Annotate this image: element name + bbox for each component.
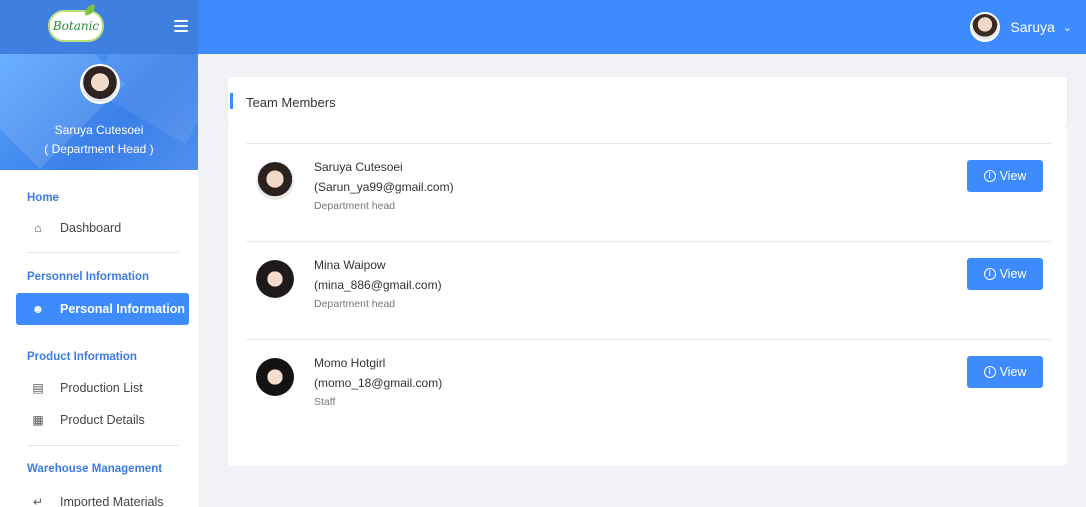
view-button[interactable]: i View [967, 160, 1043, 192]
sidebar-item-label: Personal Information [60, 302, 186, 316]
sidebar-item-product-details[interactable]: ▦ Product Details [16, 404, 189, 436]
avatar [256, 162, 294, 200]
divider [27, 252, 179, 253]
section-title-home: Home [27, 192, 59, 204]
sidebar-item-label: Product Details [60, 413, 145, 427]
member-role: Department head [314, 298, 396, 310]
grid-icon: ▦ [32, 413, 44, 427]
info-icon: i [983, 170, 996, 182]
sidebar-item-label: Production List [60, 381, 143, 395]
chevron-down-icon: ⌄ [1062, 21, 1072, 34]
section-title-warehouse: Warehouse Management [27, 463, 163, 475]
info-icon: i [983, 268, 996, 280]
section-title-product: Product Information [27, 351, 137, 363]
home-icon: ⌂ [34, 221, 42, 235]
leaf-icon [82, 4, 98, 16]
member-email: (Sarun_ya99@gmail.com) [314, 180, 454, 194]
view-button[interactable]: i View [967, 356, 1043, 388]
member-name: Saruya Cutesoei [314, 160, 403, 174]
import-icon: ↵ [32, 495, 44, 507]
section-title-personnel: Personnel Information [27, 271, 150, 283]
divider [27, 445, 179, 446]
member-email: (mina_886@gmail.com) [314, 278, 442, 292]
info-icon: i [983, 366, 996, 378]
sidebar: Saruya Cutesoei ( Department Head ) Home… [0, 54, 198, 507]
avatar [256, 260, 294, 298]
app-logo[interactable]: Botanic [48, 4, 104, 42]
avatar [256, 358, 294, 396]
user-avatar [970, 12, 1001, 42]
title-accent-bar [230, 93, 233, 109]
profile-role: ( Department Head ) [44, 142, 154, 156]
member-email: (momo_18@gmail.com) [314, 376, 443, 390]
profile-avatar [80, 64, 120, 104]
view-button[interactable]: i View [967, 258, 1043, 290]
profile-panel: Saruya Cutesoei ( Department Head ) [0, 54, 198, 170]
member-role: Staff [314, 396, 336, 408]
sidebar-item-imported-materials[interactable]: ↵ Imported Materials [16, 486, 189, 507]
view-label: View [999, 267, 1027, 281]
list-item: Saruya Cutesoei (Sarun_ya99@gmail.com) D… [246, 143, 1051, 241]
view-label: View [999, 169, 1027, 183]
view-label: View [999, 365, 1027, 379]
page-title: Team Members [246, 95, 336, 110]
member-name: Momo Hotgirl [314, 356, 386, 370]
member-name: Mina Waipow [314, 258, 386, 272]
sidebar-item-dashboard[interactable]: ⌂ Dashboard [16, 212, 189, 244]
list-item: Momo Hotgirl (momo_18@gmail.com) Staff i… [246, 339, 1051, 437]
list-item: Mina Waipow (mina_886@gmail.com) Departm… [246, 241, 1051, 339]
sidebar-item-label: Imported Materials [60, 495, 164, 507]
user-menu[interactable]: Saruya ⌄ [970, 12, 1072, 42]
sidebar-item-production-list[interactable]: ▤ Production List [16, 372, 189, 404]
team-members-header: Team Members [228, 77, 1067, 127]
sidebar-item-label: Dashboard [60, 221, 122, 235]
sidebar-item-personal-information[interactable]: ☻ Personal Information [16, 293, 189, 325]
brand-area: Botanic [0, 0, 198, 54]
list-icon: ▤ [32, 381, 44, 395]
logo-text: Botanic [52, 19, 100, 33]
profile-name: Saruya Cutesoei [54, 123, 144, 137]
member-role: Department head [314, 200, 396, 212]
header-username: Saruya [1010, 19, 1055, 35]
menu-toggle-icon[interactable] [174, 20, 188, 32]
top-navbar: Botanic Saruya ⌄ [0, 0, 1086, 54]
team-members-list: Saruya Cutesoei (Sarun_ya99@gmail.com) D… [228, 127, 1067, 466]
user-icon: ☻ [31, 302, 45, 316]
